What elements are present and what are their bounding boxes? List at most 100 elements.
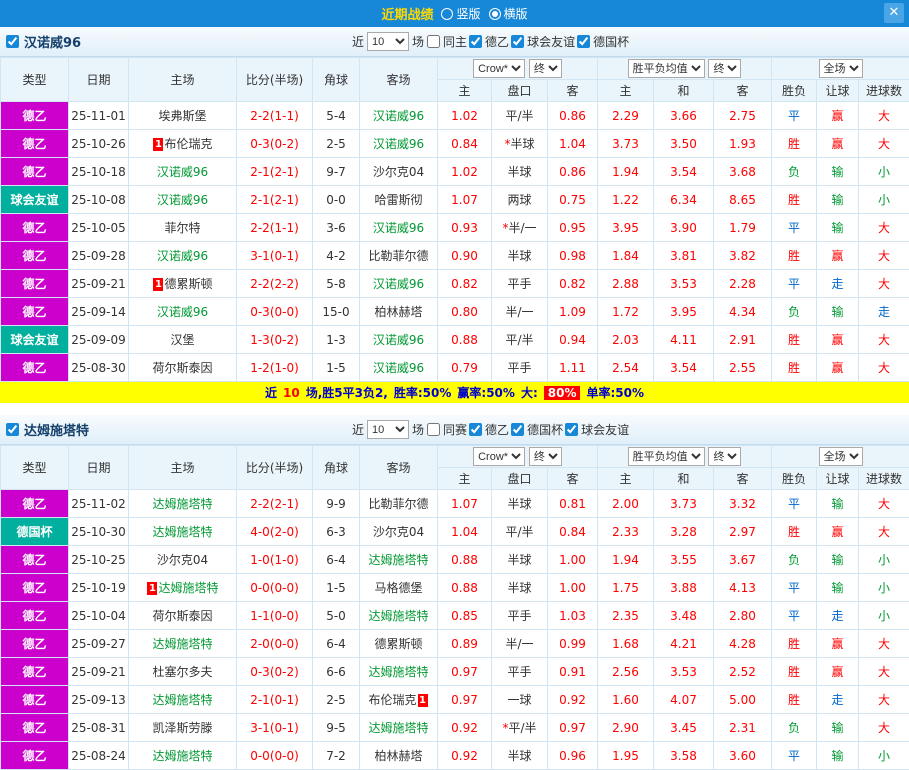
team-link[interactable]: 菲尔特 [164,221,200,235]
away-team[interactable]: 马格德堡 [360,574,438,602]
team-link[interactable]: 汉诺威96 [373,361,424,375]
home-team[interactable]: 凯泽斯劳滕 [129,714,237,742]
scope-select[interactable]: 全场 [819,59,863,78]
euro-mean-select[interactable]: 胜平负均值 [628,59,705,78]
home-team[interactable]: 汉诺威96 [129,242,237,270]
away-team[interactable]: 哈雷斯彻 [360,186,438,214]
scope-select[interactable]: 全场 [819,447,863,466]
team-link[interactable]: 柏林赫塔 [374,305,422,319]
match-count-select[interactable]: 10 [367,32,409,51]
home-team[interactable]: 汉堡 [129,326,237,354]
filter-option[interactable]: 同赛 [427,421,467,438]
home-team[interactable]: 埃弗斯堡 [129,102,237,130]
home-team[interactable]: 菲尔特 [129,214,237,242]
filter-checkbox[interactable] [577,35,590,48]
team-link[interactable]: 布伦瑞克 [164,137,212,151]
away-team[interactable]: 汉诺威96 [360,130,438,158]
filter-option[interactable]: 德乙 [469,33,509,50]
home-team[interactable]: 汉诺威96 [129,298,237,326]
away-team[interactable]: 达姆施塔特 [360,602,438,630]
team-link[interactable]: 汉诺威96 [373,277,424,291]
home-team[interactable]: 达姆施塔特 [129,686,237,714]
filter-checkbox[interactable] [511,423,524,436]
team-link[interactable]: 汉诺威96 [157,165,208,179]
filter-option[interactable]: 球会友谊 [511,33,575,50]
filter-checkbox[interactable] [469,35,482,48]
away-team[interactable]: 汉诺威96 [360,214,438,242]
away-team[interactable]: 汉诺威96 [360,102,438,130]
home-team[interactable]: 荷尔斯泰因 [129,354,237,382]
euro-final-select[interactable]: 终 [708,447,741,466]
filter-checkbox[interactable] [565,423,578,436]
team-link[interactable]: 汉诺威96 [373,137,424,151]
filter-checkbox[interactable] [427,423,440,436]
team-link[interactable]: 汉诺威96 [157,193,208,207]
home-team[interactable]: 1德累斯顿 [129,270,237,298]
team-link[interactable]: 达姆施塔特 [152,525,212,539]
team-link[interactable]: 达姆施塔特 [152,693,212,707]
team-link[interactable]: 沙尔克04 [157,553,208,567]
match-count-select[interactable]: 10 [367,420,409,439]
away-team[interactable]: 沙尔克04 [360,518,438,546]
team-link[interactable]: 汉诺威96 [373,221,424,235]
team-link[interactable]: 汉堡 [170,333,194,347]
close-button[interactable]: ✕ [884,3,904,23]
away-team[interactable]: 柏林赫塔 [360,742,438,770]
team-link[interactable]: 汉诺威96 [373,109,424,123]
filter-option[interactable]: 德国杯 [511,421,563,438]
filter-option[interactable]: 同主 [427,33,467,50]
away-team[interactable]: 达姆施塔特 [360,714,438,742]
team-select[interactable]: 达姆施塔特 [6,420,89,439]
final-odds-select[interactable]: 终 [529,59,562,78]
away-team[interactable]: 达姆施塔特 [360,658,438,686]
home-team[interactable]: 1达姆施塔特 [129,574,237,602]
away-team[interactable]: 布伦瑞克1 [360,686,438,714]
away-team[interactable]: 汉诺威96 [360,270,438,298]
team-link[interactable]: 比勒菲尔德 [368,249,428,263]
home-team[interactable]: 达姆施塔特 [129,630,237,658]
team-link[interactable]: 荷尔斯泰因 [152,609,212,623]
team-link[interactable]: 达姆施塔特 [152,497,212,511]
away-team[interactable]: 达姆施塔特 [360,546,438,574]
team-link[interactable]: 达姆施塔特 [368,553,428,567]
team-link[interactable]: 达姆施塔特 [152,749,212,763]
home-team[interactable]: 达姆施塔特 [129,742,237,770]
euro-final-select[interactable]: 终 [708,59,741,78]
team-link[interactable]: 沙尔克04 [373,165,424,179]
home-team[interactable]: 荷尔斯泰因 [129,602,237,630]
team-link[interactable]: 达姆施塔特 [368,609,428,623]
away-team[interactable]: 比勒菲尔德 [360,490,438,518]
team-link[interactable]: 凯泽斯劳滕 [152,721,212,735]
team-link[interactable]: 沙尔克04 [373,525,424,539]
layout-radio-horizontal[interactable]: 横版 [489,5,528,22]
team-link[interactable]: 马格德堡 [374,581,422,595]
away-team[interactable]: 汉诺威96 [360,326,438,354]
home-team[interactable]: 汉诺威96 [129,158,237,186]
home-team[interactable]: 达姆施塔特 [129,490,237,518]
team-link[interactable]: 德累斯顿 [374,637,422,651]
team-checkbox[interactable] [6,423,19,436]
team-link[interactable]: 柏林赫塔 [374,749,422,763]
team-link[interactable]: 德累斯顿 [164,277,212,291]
filter-checkbox[interactable] [469,423,482,436]
final-odds-select[interactable]: 终 [529,447,562,466]
home-team[interactable]: 汉诺威96 [129,186,237,214]
filter-option[interactable]: 球会友谊 [565,421,629,438]
team-select[interactable]: 汉诺威96 [6,32,81,51]
team-link[interactable]: 达姆施塔特 [368,665,428,679]
team-link[interactable]: 比勒菲尔德 [368,497,428,511]
team-link[interactable]: 达姆施塔特 [152,637,212,651]
team-link[interactable]: 达姆施塔特 [368,721,428,735]
away-team[interactable]: 柏林赫塔 [360,298,438,326]
filter-checkbox[interactable] [427,35,440,48]
team-link[interactable]: 汉诺威96 [373,333,424,347]
team-link[interactable]: 荷尔斯泰因 [152,361,212,375]
team-checkbox[interactable] [6,35,19,48]
team-link[interactable]: 埃弗斯堡 [158,109,206,123]
home-team[interactable]: 沙尔克04 [129,546,237,574]
odds-source-select[interactable]: Crow* [473,59,525,78]
away-team[interactable]: 沙尔克04 [360,158,438,186]
away-team[interactable]: 汉诺威96 [360,354,438,382]
odds-source-select[interactable]: Crow* [473,447,525,466]
filter-option[interactable]: 德国杯 [577,33,629,50]
